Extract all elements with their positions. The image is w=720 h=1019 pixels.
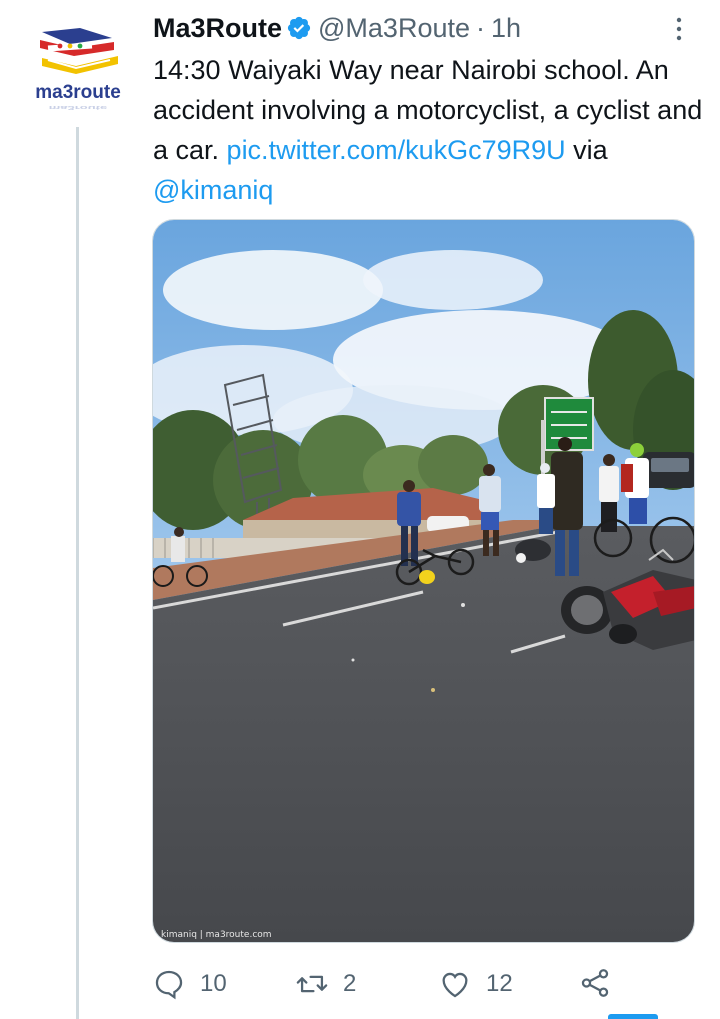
like-button[interactable]: 12 [438, 962, 513, 1006]
via-text: via [565, 135, 608, 165]
tweet-timestamp[interactable]: 1h [491, 13, 521, 44]
retweet-icon [296, 975, 328, 993]
thread-line [76, 127, 79, 1019]
author-handle[interactable]: @Ma3Route [318, 13, 470, 44]
tweet-text: 14:30 Waiyaki Way near Nairobi school. A… [153, 50, 713, 210]
logo-wordmark: ma3route [35, 82, 121, 103]
scroll-indicator [608, 1014, 658, 1019]
pic-link[interactable]: pic.twitter.com/kukGc79R9U [227, 135, 566, 165]
tweet-header: Ma3Route @Ma3Route · 1h [153, 10, 521, 46]
mention-link[interactable]: @kimaniq [153, 175, 273, 205]
like-count: 12 [486, 970, 513, 997]
reply-count: 10 [200, 970, 227, 997]
ma3route-logo: ma3route ma3route [35, 28, 121, 110]
photo-watermark: kimaniq | ma3route.com [161, 930, 272, 940]
retweet-button[interactable]: 2 [295, 962, 356, 1006]
author-name[interactable]: Ma3Route [153, 13, 282, 44]
like-icon [442, 972, 468, 998]
reply-button[interactable]: 10 [152, 962, 227, 1006]
svg-text:ma3route: ma3route [49, 104, 108, 110]
more-options-icon[interactable] [667, 14, 691, 44]
retweet-count: 2 [343, 970, 357, 997]
tweet-photo[interactable]: kimaniq | ma3route.com [152, 219, 695, 943]
reply-icon [155, 970, 183, 1000]
accident-scene-photo [153, 220, 694, 942]
avatar[interactable]: ma3route ma3route [22, 20, 134, 112]
tweet-action-bar: 10 2 12 [152, 962, 622, 1006]
verified-badge-icon [286, 15, 312, 41]
header-separator: · [476, 12, 485, 43]
share-icon [581, 969, 609, 997]
share-button[interactable] [578, 966, 612, 1000]
